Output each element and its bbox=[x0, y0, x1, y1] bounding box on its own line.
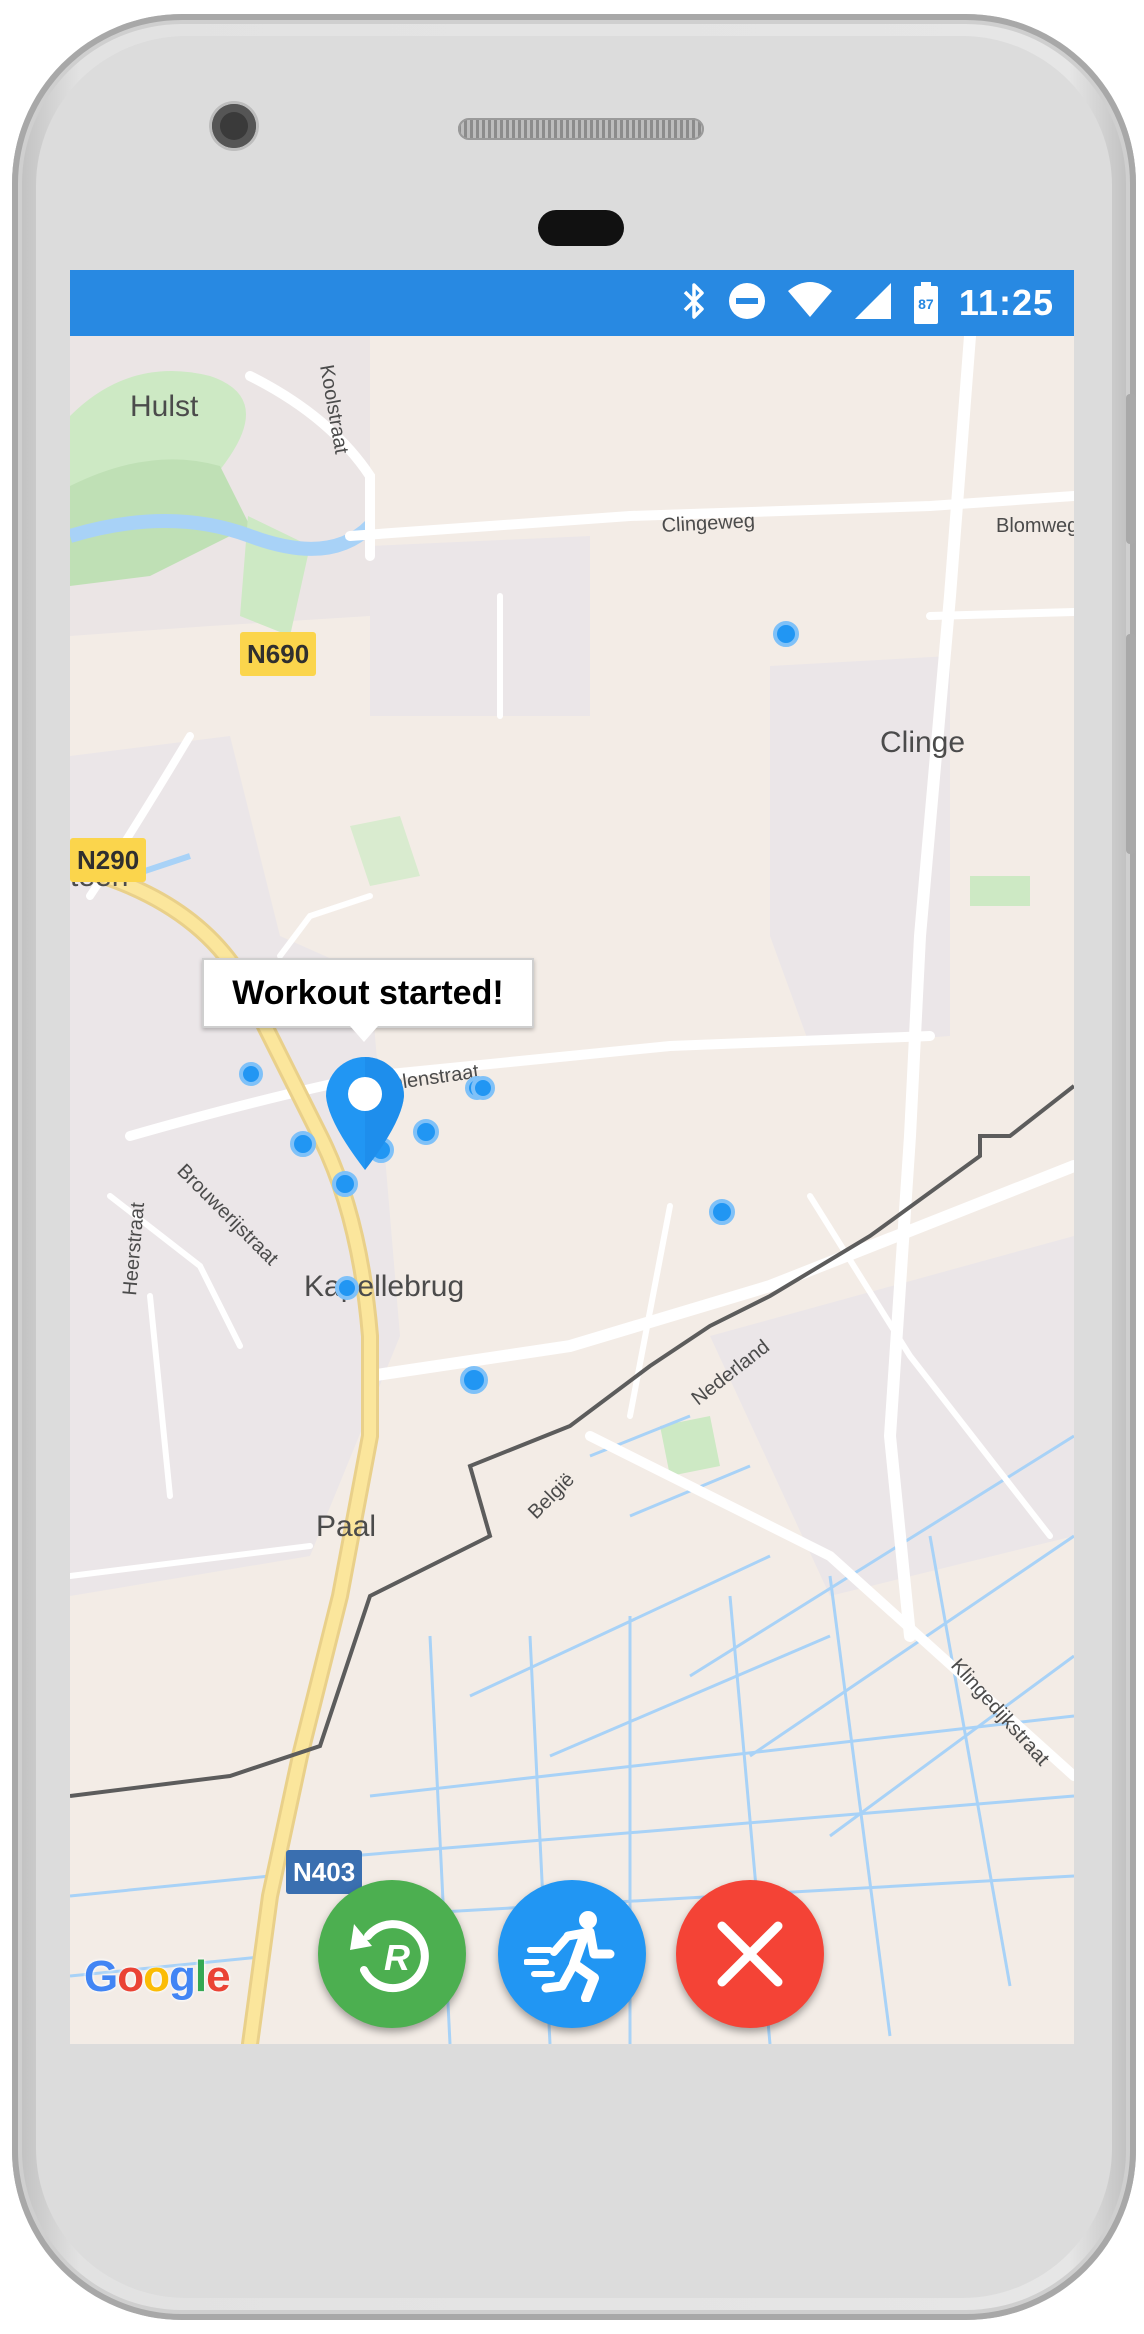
google-logo: Google bbox=[84, 1952, 231, 2001]
earpiece-speaker bbox=[458, 118, 704, 140]
track-point[interactable] bbox=[290, 1131, 316, 1157]
do-not-disturb-icon bbox=[727, 281, 767, 326]
app-screen: 87 11:25 Hulst Clinge Kapellebrug Paal C… bbox=[70, 270, 1074, 2044]
route-badge-n403: N403 bbox=[286, 1850, 363, 1894]
start-marker[interactable] bbox=[322, 1052, 408, 1172]
track-point[interactable] bbox=[709, 1199, 735, 1225]
label-clinge: Clinge bbox=[880, 726, 965, 759]
volume-button bbox=[1126, 394, 1136, 544]
power-button bbox=[1126, 634, 1136, 854]
label-hulst: Hulst bbox=[130, 390, 199, 423]
track-point[interactable] bbox=[460, 1366, 488, 1394]
label-paal: Paal bbox=[316, 1510, 376, 1543]
map-pin-icon bbox=[326, 1057, 404, 1170]
track-point[interactable] bbox=[239, 1062, 263, 1086]
track-point[interactable] bbox=[413, 1119, 439, 1145]
map-canvas[interactable]: Hulst Clinge Kapellebrug Paal teen Cling… bbox=[70, 336, 1074, 2044]
running-person-icon bbox=[524, 1911, 615, 2002]
bluetooth-icon bbox=[681, 281, 707, 326]
track-point[interactable] bbox=[332, 1171, 358, 1197]
status-time: 11:25 bbox=[958, 282, 1054, 323]
restart-workout-button[interactable]: R bbox=[318, 1880, 466, 2028]
close-icon bbox=[717, 1921, 783, 1987]
svg-text:R: R bbox=[384, 1937, 410, 1978]
battery-level: 87 bbox=[918, 296, 934, 312]
marker-tooltip: Workout started! bbox=[202, 958, 534, 1042]
track-point[interactable] bbox=[773, 621, 799, 647]
restart-icon: R bbox=[350, 1920, 429, 1993]
front-camera bbox=[212, 104, 256, 148]
track-point[interactable] bbox=[471, 1076, 495, 1100]
cancel-workout-button[interactable] bbox=[676, 1880, 824, 2028]
label-kapellebrug: Kapellebrug bbox=[304, 1270, 464, 1303]
route-badge-n690: N690 bbox=[240, 632, 317, 676]
street-blomweg: Blomweg bbox=[996, 515, 1074, 537]
route-badge-n290: N290 bbox=[70, 838, 147, 882]
status-bar: 87 11:25 bbox=[70, 270, 1074, 336]
battery-icon: 87 bbox=[913, 282, 939, 324]
signal-icon bbox=[853, 281, 893, 326]
map-view[interactable]: Hulst Clinge Kapellebrug Paal teen Cling… bbox=[70, 336, 1074, 2044]
wifi-icon bbox=[787, 281, 833, 326]
proximity-sensor bbox=[538, 210, 624, 246]
track-point[interactable] bbox=[335, 1276, 359, 1300]
start-running-button[interactable] bbox=[498, 1880, 646, 2028]
